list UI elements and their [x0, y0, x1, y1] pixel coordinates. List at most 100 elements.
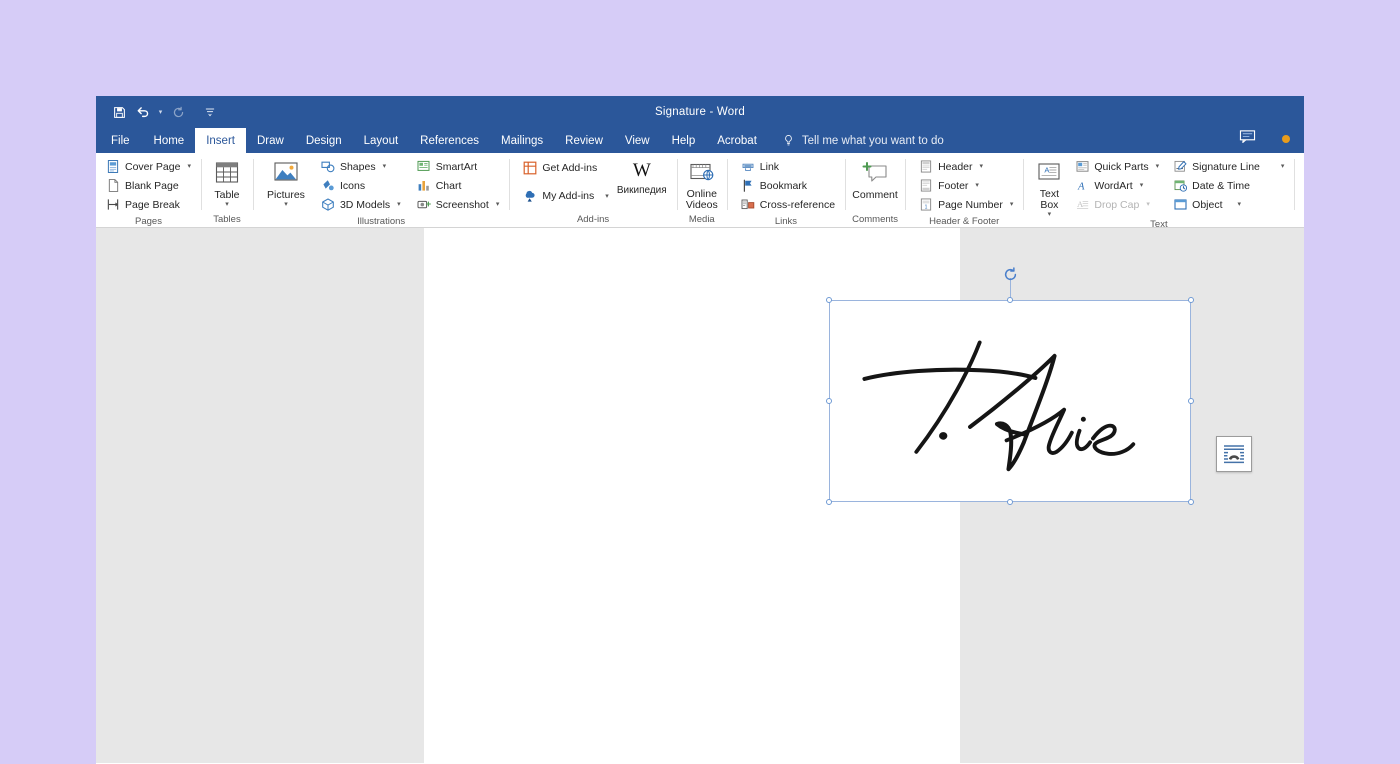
- object-icon: [1173, 198, 1187, 212]
- wordart-button[interactable]: A WordArt ▾: [1071, 176, 1163, 195]
- signature-line-button[interactable]: Signature Line ▾: [1169, 157, 1288, 176]
- chart-icon: [417, 179, 431, 193]
- blank-page-button[interactable]: Blank Page: [102, 176, 195, 195]
- document-page[interactable]: [424, 228, 1252, 763]
- chevron-down-icon: ▾: [1146, 201, 1150, 208]
- quick-parts-button[interactable]: Quick Parts ▾: [1071, 157, 1163, 176]
- resize-handle-middle-right[interactable]: [1188, 398, 1194, 404]
- chevron-down-icon[interactable]: ▾: [605, 193, 609, 200]
- blank-page-label: Blank Page: [125, 179, 179, 192]
- text-box-button[interactable]: A Text Box ▾: [1031, 157, 1067, 219]
- group-label-illustrations: Illustrations: [357, 215, 406, 227]
- cross-reference-button[interactable]: Cross-reference: [737, 195, 839, 214]
- bookmark-icon: [741, 179, 755, 193]
- resize-handle-bottom-center[interactable]: [1007, 499, 1013, 505]
- table-button[interactable]: Table ▾: [207, 157, 247, 209]
- chevron-down-icon[interactable]: ▾: [225, 201, 229, 209]
- chevron-down-icon[interactable]: ▾: [1048, 211, 1052, 219]
- page-break-button[interactable]: Page Break: [102, 195, 195, 214]
- tab-review[interactable]: Review: [554, 128, 614, 153]
- footer-button[interactable]: Footer ▾: [915, 176, 1017, 195]
- resize-handle-bottom-right[interactable]: [1188, 499, 1194, 505]
- resize-handle-top-center[interactable]: [1007, 297, 1013, 303]
- resize-handle-bottom-left[interactable]: [826, 499, 832, 505]
- chevron-down-icon[interactable]: ▾: [383, 163, 387, 170]
- header-button[interactable]: Header ▾: [915, 157, 1017, 176]
- get-add-ins-button[interactable]: Get Add-ins: [519, 157, 612, 179]
- signature-line-label: Signature Line: [1192, 160, 1260, 173]
- tab-layout[interactable]: Layout: [353, 128, 410, 153]
- save-icon[interactable]: [108, 101, 130, 123]
- resize-handle-top-left[interactable]: [826, 297, 832, 303]
- shapes-button[interactable]: Shapes ▾: [317, 157, 405, 176]
- object-button[interactable]: Object ▾: [1169, 195, 1288, 214]
- rotate-icon[interactable]: [1002, 266, 1018, 282]
- group-label-media: Media: [688, 214, 715, 225]
- page-number-button[interactable]: 1 Page Number ▾: [915, 195, 1017, 214]
- chevron-down-icon[interactable]: ▾: [1281, 163, 1285, 170]
- online-videos-button[interactable]: Online Videos: [683, 157, 721, 211]
- screenshot-button[interactable]: Screenshot ▾: [413, 195, 504, 214]
- new-comment-label: Comment: [852, 189, 898, 201]
- link-button[interactable]: Link: [737, 157, 839, 176]
- chevron-down-icon[interactable]: ▾: [1140, 182, 1144, 189]
- tab-draw[interactable]: Draw: [246, 128, 295, 153]
- my-add-ins-button[interactable]: My Add-ins ▾: [519, 185, 612, 207]
- new-comment-button[interactable]: Comment: [851, 157, 899, 201]
- comments-icon[interactable]: [1239, 129, 1256, 149]
- wikipedia-button[interactable]: W Википедия: [613, 157, 671, 196]
- group-label-links: Links: [774, 215, 798, 227]
- 3d-models-button[interactable]: 3D Models ▾: [317, 195, 405, 214]
- ribbon-group-symbols: π Equation ▾ Ω Symbol ▾ Symbols: [1294, 153, 1304, 228]
- ribbon-tabs: File Home Insert Draw Design Layout Refe…: [96, 128, 1304, 153]
- group-label-pages: Pages: [135, 215, 162, 227]
- chart-button[interactable]: Chart: [413, 176, 504, 195]
- tab-view[interactable]: View: [614, 128, 661, 153]
- smartart-button[interactable]: SmartArt: [413, 157, 504, 176]
- chevron-down-icon[interactable]: ▾: [980, 163, 984, 170]
- document-canvas[interactable]: [96, 228, 1304, 763]
- date-time-button[interactable]: Date & Time: [1169, 176, 1288, 195]
- cover-page-button[interactable]: Cover Page ▾: [102, 157, 195, 176]
- tab-acrobat[interactable]: Acrobat: [706, 128, 768, 153]
- wikipedia-icon: W: [632, 160, 651, 181]
- get-add-ins-icon: [523, 161, 537, 175]
- svg-text:1: 1: [925, 205, 928, 211]
- icons-button[interactable]: Icons: [317, 176, 405, 195]
- tab-home[interactable]: Home: [143, 128, 196, 153]
- chevron-down-icon[interactable]: ▾: [397, 201, 401, 208]
- resize-handle-middle-left[interactable]: [826, 398, 832, 404]
- undo-icon[interactable]: [132, 101, 154, 123]
- account-indicator[interactable]: [1282, 135, 1290, 143]
- text-box-label: Text Box: [1039, 188, 1059, 211]
- undo-dropdown-caret[interactable]: ▾: [156, 102, 165, 122]
- 3d-models-label: 3D Models: [339, 198, 391, 211]
- tab-insert[interactable]: Insert: [195, 128, 246, 153]
- tab-references[interactable]: References: [409, 128, 490, 153]
- layout-options-button[interactable]: [1216, 436, 1252, 472]
- my-add-ins-label: My Add-ins: [542, 190, 595, 202]
- chevron-down-icon[interactable]: ▾: [975, 182, 979, 189]
- picture-frame[interactable]: [829, 300, 1191, 502]
- tab-design[interactable]: Design: [295, 128, 353, 153]
- tab-file[interactable]: File: [96, 128, 143, 153]
- group-label-header-footer: Header & Footer: [929, 215, 1000, 227]
- chevron-down-icon[interactable]: ▾: [1010, 201, 1014, 208]
- customize-quick-access-icon[interactable]: [199, 101, 221, 123]
- cross-reference-icon: [741, 198, 755, 212]
- pictures-button[interactable]: Pictures ▾: [259, 157, 313, 209]
- tab-mailings[interactable]: Mailings: [490, 128, 554, 153]
- tab-help[interactable]: Help: [661, 128, 707, 153]
- tell-me-box[interactable]: Tell me what you want to do: [782, 128, 944, 153]
- chevron-down-icon[interactable]: ▾: [1156, 163, 1160, 170]
- pictures-icon: [273, 160, 299, 186]
- chevron-down-icon[interactable]: ▾: [187, 163, 191, 170]
- chevron-down-icon[interactable]: ▾: [496, 201, 500, 208]
- title-bar-right: [1239, 129, 1290, 149]
- bookmark-button[interactable]: Bookmark: [737, 176, 839, 195]
- link-label: Link: [759, 160, 780, 173]
- resize-handle-top-right[interactable]: [1188, 297, 1194, 303]
- chevron-down-icon[interactable]: ▾: [1238, 201, 1242, 208]
- signature-image-selection[interactable]: [826, 266, 1194, 505]
- chevron-down-icon[interactable]: ▾: [284, 201, 288, 209]
